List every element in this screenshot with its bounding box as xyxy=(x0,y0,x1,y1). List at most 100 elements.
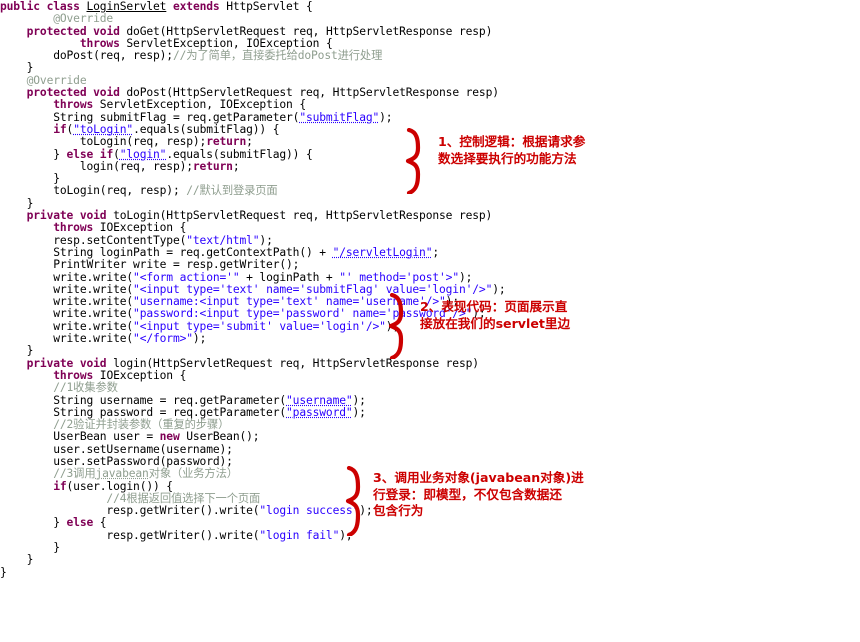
code-token: "login" xyxy=(119,147,167,161)
code-line: } xyxy=(0,566,860,579)
code-token: "username:<input type='text' name='usern… xyxy=(133,295,446,309)
code-token: resp.getWriter().write( xyxy=(106,504,260,518)
code-token: .equals(submitFlag)) { xyxy=(166,147,313,161)
code-token: protected xyxy=(26,86,87,100)
code-token: "submitFlag" xyxy=(299,110,380,124)
code-token: "' method='post'>" xyxy=(339,270,459,284)
code-token: write.write( xyxy=(53,332,134,346)
code-token: //为了简单，直接委托给doPost进行处理 xyxy=(172,49,383,63)
code-token: doPost(req, resp); xyxy=(53,49,173,63)
code-token: } xyxy=(53,516,67,530)
code-token: ); xyxy=(259,233,273,247)
code-token: //默认到登录页面 xyxy=(186,184,278,198)
code-token: ); xyxy=(339,528,353,542)
code-token: write.write( xyxy=(53,270,134,284)
code-line: } xyxy=(0,541,860,554)
code-token: //1收集参数 xyxy=(53,381,118,395)
code-token: ); xyxy=(385,319,400,333)
code-token: return xyxy=(206,135,247,149)
code-token: + loginPath + xyxy=(239,270,340,284)
code-token: .equals(submitFlag)) { xyxy=(133,122,280,136)
code-token: if xyxy=(53,122,67,136)
code-token: public xyxy=(0,0,40,13)
code-token: } xyxy=(53,147,67,161)
code-token: ; xyxy=(246,135,253,149)
code-token: toLogin(req, resp); xyxy=(79,135,207,149)
code-token: { xyxy=(93,516,107,530)
code-line: } xyxy=(0,554,860,566)
code-token: ServletException, IOException { xyxy=(119,36,333,50)
code-line: toLogin(req, resp); //默认到登录页面 xyxy=(0,185,860,197)
code-token: resp.setContentType( xyxy=(53,233,187,247)
code-token: "password" xyxy=(286,405,353,419)
code-token: "<input type='text' name='submitFlag' va… xyxy=(133,282,493,296)
code-token: IOException { xyxy=(93,368,187,382)
code-token: String password = req.getParameter( xyxy=(53,405,287,419)
code-token: @Override xyxy=(26,73,87,87)
code-token: "username" xyxy=(286,393,353,407)
code-token: toLogin(HttpServletRequest req, HttpServ… xyxy=(106,209,493,223)
code-token: ; xyxy=(232,159,240,173)
code-token: throws xyxy=(53,98,94,112)
code-token: HttpServlet { xyxy=(219,0,313,13)
code-token: else if xyxy=(66,147,114,161)
code-token: void xyxy=(79,356,107,370)
code-token: "<input type='submit' value='login'/>" xyxy=(133,319,386,333)
code-line: } xyxy=(0,62,860,74)
code-token: UserBean user = xyxy=(53,430,160,444)
code-token: "text/html" xyxy=(186,233,260,247)
code-token: String username = req.getParameter( xyxy=(53,393,287,407)
code-token: void xyxy=(93,24,120,38)
code-token: ); xyxy=(192,332,207,346)
code-token: ; xyxy=(432,245,440,259)
code-token: ); xyxy=(379,110,393,124)
code-token: //2验证并封装参数（重复的步骤） xyxy=(53,418,230,432)
code-token: "login success" xyxy=(259,504,360,518)
code-token: "login fail" xyxy=(259,528,340,542)
code-token: } xyxy=(26,61,34,75)
code-token: throws xyxy=(53,221,94,235)
code-token: //3调用 xyxy=(53,467,96,481)
code-token: } xyxy=(26,553,34,567)
code-token: new xyxy=(159,430,180,444)
code-token: login(HttpServletRequest req, HttpServle… xyxy=(106,356,479,370)
code-token: doGet(HttpServletRequest req, HttpServle… xyxy=(119,24,493,38)
code-line: login(req, resp);return; xyxy=(0,159,860,173)
code-token: ); xyxy=(352,393,366,407)
code-token: "<form action='" xyxy=(133,270,240,284)
code-token: "toLogin" xyxy=(73,122,134,136)
code-token: throws xyxy=(79,36,120,50)
code-token: (user.login()) { xyxy=(66,479,174,493)
